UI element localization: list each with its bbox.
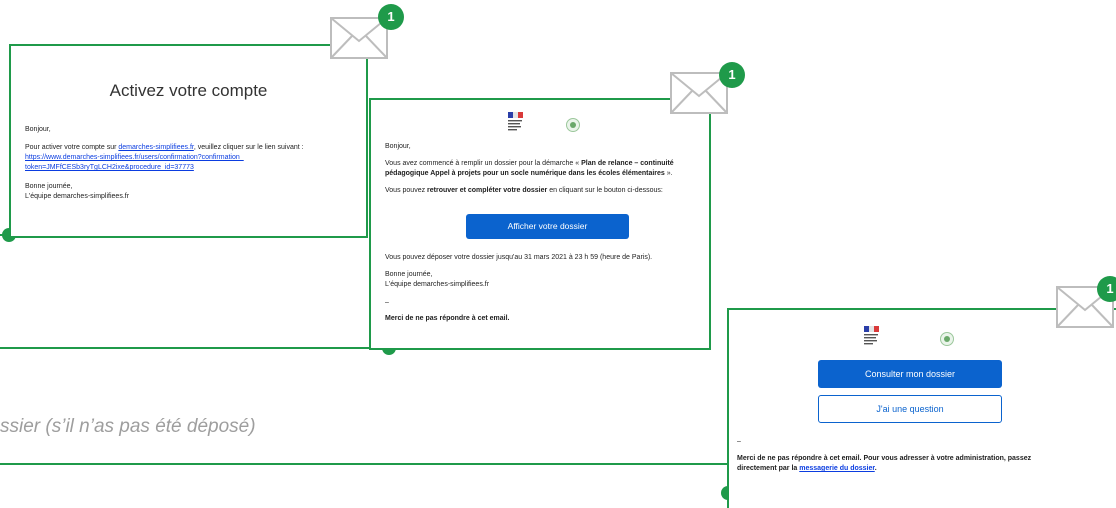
notification-badge: 1 [378, 4, 404, 30]
logo-row [508, 112, 580, 136]
notification-badge: 1 [1097, 276, 1116, 302]
step-caption: ssier (s’il n’as pas été déposé) [0, 416, 256, 437]
view-dossier-button[interactable]: Afficher votre dossier [466, 214, 629, 239]
email-reminder-card: Consulter mon dossier J'ai une question … [727, 308, 1116, 508]
email-title: Activez votre compte [109, 81, 268, 100]
site-link[interactable]: demarches-simplifiees.fr [118, 144, 193, 151]
greeting: Bonjour, [385, 143, 411, 150]
ministry-logo [939, 332, 954, 346]
signature: L'équipe demarches-simplifiees.fr [25, 192, 130, 200]
signature: L'équipe demarches-simplifiees.fr [385, 281, 490, 289]
logo-row [864, 326, 954, 350]
signoff: Bonne journée, [25, 182, 73, 190]
cta-text: Vous pouvez retrouver et compléter votre… [385, 187, 663, 195]
ministry-logo [565, 118, 580, 132]
email-draft-card: Bonjour, Vous avez commencé à remplir un… [369, 98, 711, 350]
republique-francaise-logo [864, 326, 879, 345]
email-activation-card: Activez votre compte Bonjour, Pour activ… [9, 44, 368, 238]
messagerie-link[interactable]: messagerie du dossier [799, 465, 874, 472]
noreply-text: Merci de ne pas répondre à cet email. Po… [737, 455, 1032, 473]
confirmation-link[interactable]: https://www.demarches-simplifiees.fr/use… [25, 153, 356, 173]
notification-badge: 1 [719, 62, 745, 88]
connector-line [0, 347, 390, 349]
connector-line [0, 463, 728, 465]
greeting: Bonjour, [25, 126, 51, 133]
consult-dossier-button[interactable]: Consulter mon dossier [818, 360, 1002, 388]
deadline-text: Vous pouvez déposer votre dossier jusqu'… [385, 254, 653, 261]
separator-dash: – [737, 438, 741, 445]
ask-question-button[interactable]: J'ai une question [818, 395, 1002, 423]
signoff: Bonne journée, [385, 271, 433, 279]
noreply-text: Merci de ne pas répondre à cet email. [385, 314, 510, 322]
activation-text: Pour activer votre compte sur demarches-… [25, 144, 304, 152]
separator-dash: – [385, 299, 389, 307]
republique-francaise-logo [508, 112, 523, 131]
intro-text: Vous avez commencé à remplir un dossier … [385, 160, 674, 178]
